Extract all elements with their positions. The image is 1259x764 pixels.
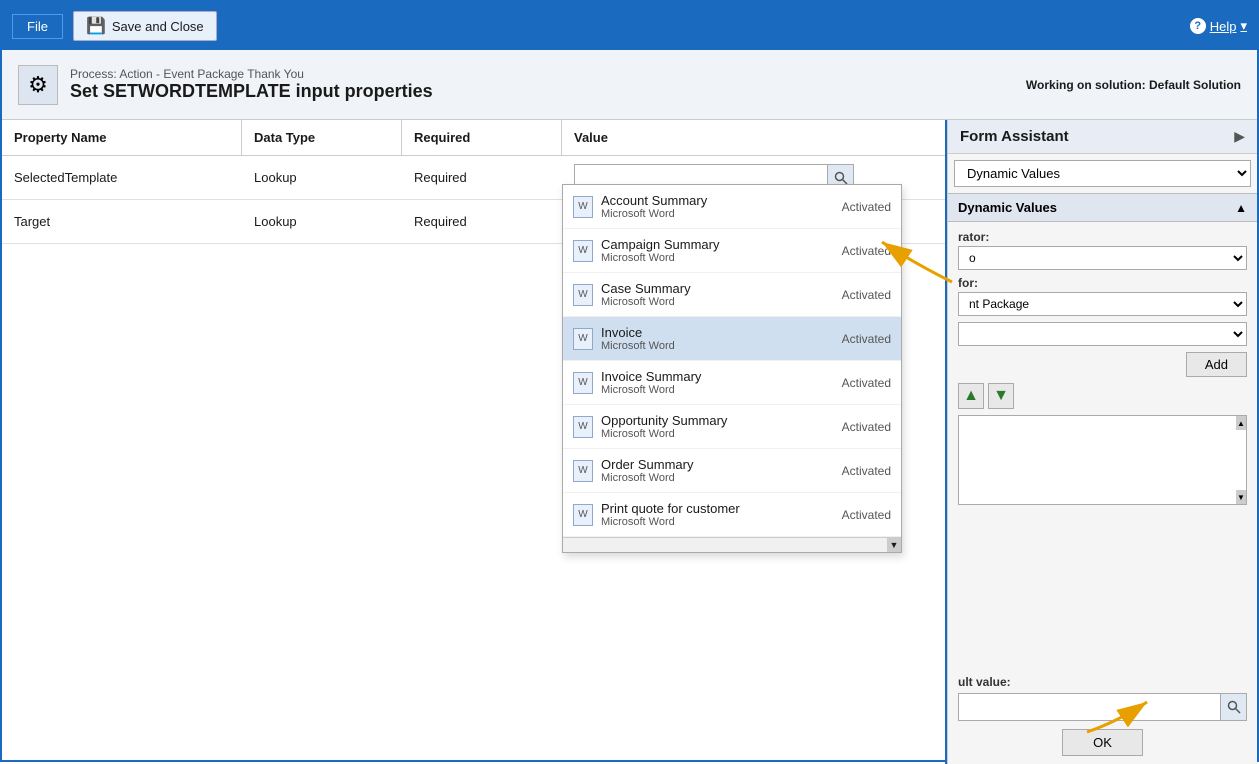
default-lookup-button[interactable] xyxy=(1220,694,1246,720)
default-value-label: ult value: xyxy=(958,675,1247,689)
search-icon-small xyxy=(1227,700,1241,714)
panel-header: Form Assistant ▶ xyxy=(948,120,1257,154)
arrow-buttons: ▲ ▼ xyxy=(958,383,1247,409)
dynamic-values-section: Dynamic Values ▲ xyxy=(948,193,1257,222)
word-doc-icon-3: W xyxy=(573,328,593,350)
help-label: Help xyxy=(1210,19,1237,34)
help-chevron: ▾ xyxy=(1240,18,1247,34)
word-doc-icon-2: W xyxy=(573,284,593,306)
panel-expand-button[interactable]: ▶ xyxy=(1234,128,1245,145)
dropdown-item-text-2: Case Summary Microsoft Word xyxy=(601,281,834,308)
list-scroll-up[interactable]: ▲ xyxy=(1236,416,1246,430)
panel-content: rator: o for: nt Package Add ▲ xyxy=(948,222,1257,667)
dropdown-scroll-down-btn[interactable]: ▼ xyxy=(887,538,901,552)
table-row: SelectedTemplate Lookup Required xyxy=(2,156,945,200)
panel-footer: ult value: OK xyxy=(948,667,1257,764)
file-button[interactable]: File xyxy=(12,14,63,39)
search-icon xyxy=(834,171,848,185)
th-required: Required xyxy=(402,120,562,155)
main-layout: Property Name Data Type Required Value S… xyxy=(2,120,1257,764)
ok-btn-row: OK xyxy=(958,729,1247,756)
help-link[interactable]: ? Help ▾ xyxy=(1190,18,1247,34)
word-doc-icon-1: W xyxy=(573,240,593,262)
form-assistant-select[interactable]: Dynamic Values xyxy=(954,160,1251,187)
word-doc-icon-6: W xyxy=(573,460,593,482)
panel-list-box: ▲ ▼ xyxy=(958,415,1247,505)
right-panel: Form Assistant ▶ Dynamic Values Dynamic … xyxy=(947,120,1257,764)
dropdown-item-text-1: Campaign Summary Microsoft Word xyxy=(601,237,834,264)
dropdown-item-text-3: Invoice Microsoft Word xyxy=(601,325,834,352)
dropdown-item-text-0: Account Summary Microsoft Word xyxy=(601,193,834,220)
dropdown-list: W Account Summary Microsoft Word Activat… xyxy=(562,184,902,553)
dropdown-item-6[interactable]: W Order Summary Microsoft Word Activated xyxy=(563,449,901,493)
header-subtitle: Process: Action - Event Package Thank Yo… xyxy=(70,67,433,81)
td-property-1: Target xyxy=(2,200,242,243)
dropdown-item-5[interactable]: W Opportunity Summary Microsoft Word Act… xyxy=(563,405,901,449)
word-doc-icon-0: W xyxy=(573,196,593,218)
dropdown-item-7[interactable]: W Print quote for customer Microsoft Wor… xyxy=(563,493,901,537)
header-area: ⚙ Process: Action - Event Package Thank … xyxy=(2,50,1257,120)
up-arrow-icon: ▲ xyxy=(963,387,979,405)
add-button[interactable]: Add xyxy=(1186,352,1247,377)
dropdown-item-text-6: Order Summary Microsoft Word xyxy=(601,457,834,484)
page-title: Set SETWORDTEMPLATE input properties xyxy=(70,81,433,102)
table-header: Property Name Data Type Required Value xyxy=(2,120,945,156)
extra-select[interactable] xyxy=(958,322,1247,346)
ok-button[interactable]: OK xyxy=(1062,729,1143,756)
td-value-0: W Account Summary Microsoft Word Activat… xyxy=(562,156,945,199)
left-content: Property Name Data Type Required Value S… xyxy=(2,120,947,764)
save-close-label: Save and Close xyxy=(112,19,204,34)
dropdown-item-4[interactable]: W Invoice Summary Microsoft Word Activat… xyxy=(563,361,901,405)
for-label: for: xyxy=(958,276,1247,290)
header-left: ⚙ Process: Action - Event Package Thank … xyxy=(18,65,433,105)
dropdown-item-0[interactable]: W Account Summary Microsoft Word Activat… xyxy=(563,185,901,229)
th-datatype: Data Type xyxy=(242,120,402,155)
panel-title: Form Assistant xyxy=(960,128,1069,145)
default-value-field[interactable] xyxy=(959,695,1220,719)
td-property-0: SelectedTemplate xyxy=(2,156,242,199)
list-scroll-down[interactable]: ▼ xyxy=(1236,490,1246,504)
panel-dropdown-wrapper: Dynamic Values xyxy=(954,160,1251,187)
dropdown-item-3[interactable]: W Invoice Microsoft Word Activated xyxy=(563,317,901,361)
word-doc-icon-4: W xyxy=(573,372,593,394)
dropdown-item-1[interactable]: W Campaign Summary Microsoft Word Activa… xyxy=(563,229,901,273)
for-select[interactable]: nt Package xyxy=(958,292,1247,316)
move-up-button[interactable]: ▲ xyxy=(958,383,984,409)
td-required-1: Required xyxy=(402,200,562,243)
down-arrow-icon: ▼ xyxy=(993,387,1009,405)
move-down-button[interactable]: ▼ xyxy=(988,383,1014,409)
help-icon: ? xyxy=(1190,18,1206,34)
dropdown-item-2[interactable]: W Case Summary Microsoft Word Activated xyxy=(563,273,901,317)
operator-select[interactable]: o xyxy=(958,246,1247,270)
td-datatype-0: Lookup xyxy=(242,156,402,199)
dropdown-item-text-4: Invoice Summary Microsoft Word xyxy=(601,369,834,396)
th-property: Property Name xyxy=(2,120,242,155)
word-doc-icon-5: W xyxy=(573,416,593,438)
td-datatype-1: Lookup xyxy=(242,200,402,243)
collapse-button[interactable]: ▲ xyxy=(1235,201,1247,215)
operator-label: rator: xyxy=(958,230,1247,244)
gear-icon: ⚙ xyxy=(18,65,58,105)
word-doc-icon-7: W xyxy=(573,504,593,526)
title-bar: File 💾 Save and Close ? Help ▾ xyxy=(2,2,1257,50)
default-value-input-wrapper xyxy=(958,693,1247,721)
td-required-0: Required xyxy=(402,156,562,199)
dropdown-item-text-5: Opportunity Summary Microsoft Word xyxy=(601,413,834,440)
working-solution: Working on solution: Default Solution xyxy=(1026,78,1241,92)
dynamic-values-label: Dynamic Values xyxy=(958,200,1057,215)
header-text: Process: Action - Event Package Thank Yo… xyxy=(70,67,433,102)
save-close-button[interactable]: 💾 Save and Close xyxy=(73,11,217,41)
dropdown-item-text-7: Print quote for customer Microsoft Word xyxy=(601,501,834,528)
th-value: Value xyxy=(562,120,945,155)
